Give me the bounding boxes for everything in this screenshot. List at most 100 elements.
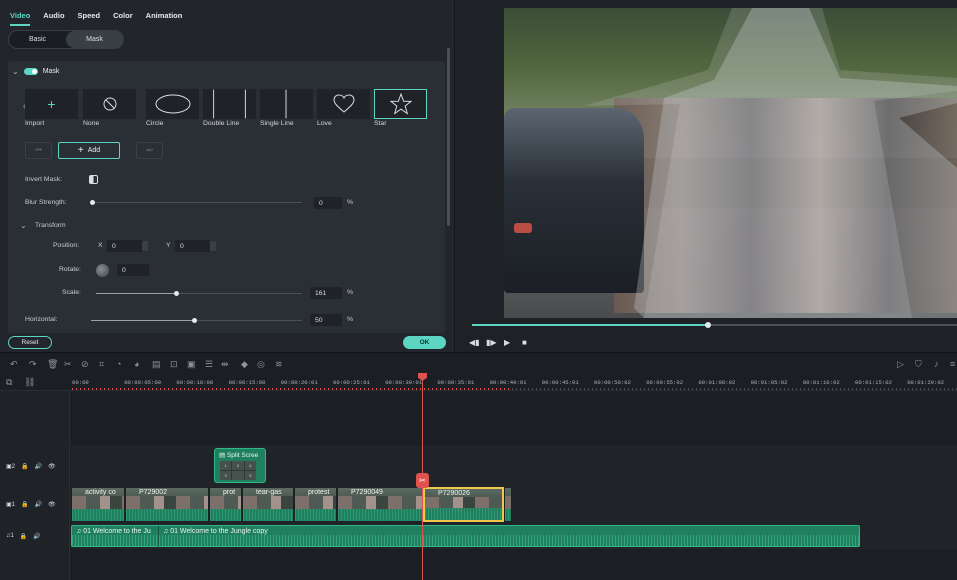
crop-icon[interactable]: ⌗ <box>99 359 104 370</box>
add-mask-label: Add <box>87 147 101 154</box>
playback-progress[interactable] <box>472 322 957 328</box>
freeze-icon[interactable]: ▣ <box>187 359 196 370</box>
delete-icon[interactable]: 🗑 <box>47 359 58 370</box>
scale-knob[interactable] <box>174 291 179 296</box>
scale-input[interactable]: 161 <box>310 287 342 299</box>
eye-icon[interactable]: 👁 <box>48 501 56 508</box>
position-y-input[interactable]: 0 <box>175 240 211 252</box>
blur-strength-slider[interactable] <box>90 200 302 205</box>
volume-icon[interactable]: 🔊 <box>35 463 42 470</box>
step-forward-icon[interactable]: ▮▶ <box>486 338 497 347</box>
chevron-down-icon[interactable]: ⌄ <box>20 221 27 230</box>
blur-strength-knob[interactable] <box>90 200 95 205</box>
adjust-icon[interactable]: ☰ <box>205 359 213 370</box>
blur-strength-input[interactable]: 0 <box>314 197 342 209</box>
scale-slider[interactable] <box>96 291 302 296</box>
add-mask-button[interactable]: + Add <box>58 142 120 159</box>
scissors-icon[interactable]: ✂ <box>416 473 429 488</box>
horizontal-slider[interactable] <box>91 318 302 323</box>
panel-scrollbar[interactable] <box>447 48 450 226</box>
split-screen-title-text: Split Scree <box>226 452 259 459</box>
tab-color[interactable]: Color <box>113 11 133 20</box>
play-icon[interactable]: ▶ <box>504 338 510 347</box>
video-clip-selected[interactable]: P7290026 <box>423 487 504 522</box>
next-mask-button[interactable]: ⏭ <box>136 142 163 159</box>
render-icon[interactable]: ▷ <box>897 359 904 370</box>
link-icon[interactable]: ⛓ <box>24 377 35 388</box>
position-x-stepper[interactable] <box>142 241 148 251</box>
audio-wave-icon[interactable]: ≋ <box>275 359 283 370</box>
speed-icon[interactable]: ◔ <box>116 359 121 369</box>
add-track-icon[interactable]: ⧉ <box>6 377 12 388</box>
lock-icon[interactable]: 🔒 <box>21 501 28 508</box>
shape-circle[interactable] <box>146 89 199 119</box>
keyframe-icon[interactable]: ◆ <box>241 359 248 370</box>
ruler-tick-label: 00:01:00:02 <box>698 379 736 386</box>
position-x-input[interactable]: 0 <box>107 240 143 252</box>
disable-icon[interactable]: ⊘ <box>81 359 89 370</box>
microphone-icon[interactable]: ♪ <box>934 359 939 369</box>
rotate-label: Rotate: <box>59 266 81 273</box>
undo-icon[interactable]: ↶ <box>10 359 18 370</box>
tab-audio[interactable]: Audio <box>43 11 64 20</box>
shape-single-line[interactable] <box>260 89 313 119</box>
lock-icon[interactable]: 🔒 <box>21 463 28 470</box>
video-clip[interactable] <box>504 487 512 522</box>
tab-speed[interactable]: Speed <box>78 11 101 20</box>
video-clip[interactable]: activity co <box>71 487 125 522</box>
menu-icon[interactable]: ≡ <box>950 359 955 369</box>
ok-button[interactable]: OK <box>403 336 446 349</box>
reset-button[interactable]: Reset <box>8 336 52 349</box>
video-clip[interactable]: P7290049 <box>337 487 423 522</box>
playhead-knob[interactable] <box>705 322 711 328</box>
shape-star[interactable] <box>374 89 427 119</box>
rotate-input[interactable]: 0 <box>117 264 149 276</box>
horizontal-input[interactable]: 50 <box>310 314 342 326</box>
stop-icon[interactable]: ■ <box>522 338 527 347</box>
volume-icon[interactable]: 🔊 <box>33 533 40 540</box>
shape-love[interactable] <box>317 89 370 119</box>
video-preview[interactable] <box>504 8 957 318</box>
video-clip[interactable]: P729002 <box>125 487 209 522</box>
video-clip[interactable]: tear-gas <box>242 487 294 522</box>
green-screen-icon[interactable]: ▤ <box>152 359 161 370</box>
shape-label-single-line: Single Line <box>260 120 294 127</box>
horizontal-knob[interactable] <box>192 318 197 323</box>
motion-icon[interactable]: ⊡ <box>170 359 178 370</box>
clip-thumbnails <box>72 496 124 510</box>
shield-icon[interactable]: ⛉ <box>915 359 922 370</box>
mask-header[interactable]: ⌄ Mask <box>12 67 59 76</box>
track-video-2[interactable] <box>71 445 957 485</box>
volume-icon[interactable]: 🔊 <box>35 501 42 508</box>
music-track-icon: ♫1 <box>6 533 14 539</box>
video-clip[interactable]: protest <box>294 487 337 522</box>
subtab-basic[interactable]: Basic <box>9 31 66 48</box>
tab-video[interactable]: Video <box>10 11 31 26</box>
audio-clip[interactable]: ♫ 01 Welcome to the Ju ♫ 01 Welcome to t… <box>71 525 860 548</box>
previous-mask-button[interactable]: ⏮ <box>25 142 52 159</box>
shape-double-line[interactable] <box>203 89 256 119</box>
eye-icon[interactable]: 👁 <box>48 463 56 470</box>
tab-animation[interactable]: Animation <box>146 11 183 20</box>
time-ruler[interactable]: ⧉ ⛓ 00:00 00:00:05:00 00:00:10:00 00:00:15:… <box>0 375 957 391</box>
shape-none[interactable] <box>83 89 136 119</box>
mask-toggle[interactable] <box>23 68 38 75</box>
split-icon[interactable]: ⇹ <box>221 359 229 370</box>
clip-name: tear-gas <box>256 489 282 496</box>
star-mask-overlay[interactable] <box>504 8 957 318</box>
color-icon[interactable]: ◕ <box>134 359 139 369</box>
subtab-mask[interactable]: Mask <box>66 31 123 48</box>
lock-icon[interactable]: 🔒 <box>20 533 27 540</box>
chevron-down-icon[interactable]: ⌄ <box>12 67 19 76</box>
redo-icon[interactable]: ↷ <box>29 359 37 370</box>
blur-strength-unit: % <box>347 199 354 206</box>
position-y-stepper[interactable] <box>210 241 216 251</box>
invert-mask-checkbox[interactable] <box>89 175 98 184</box>
shape-import[interactable]: + <box>25 89 78 119</box>
split-screen-clip[interactable]: ▤ Split Scree 1 2 4 3 5 <box>214 448 266 483</box>
rotate-dial[interactable] <box>96 264 109 277</box>
video-clip[interactable]: prot <box>209 487 242 522</box>
tracking-icon[interactable]: ◎ <box>257 359 265 370</box>
scissors-icon[interactable]: ✂ <box>64 359 72 370</box>
step-back-icon[interactable]: ◀▮ <box>469 338 480 347</box>
